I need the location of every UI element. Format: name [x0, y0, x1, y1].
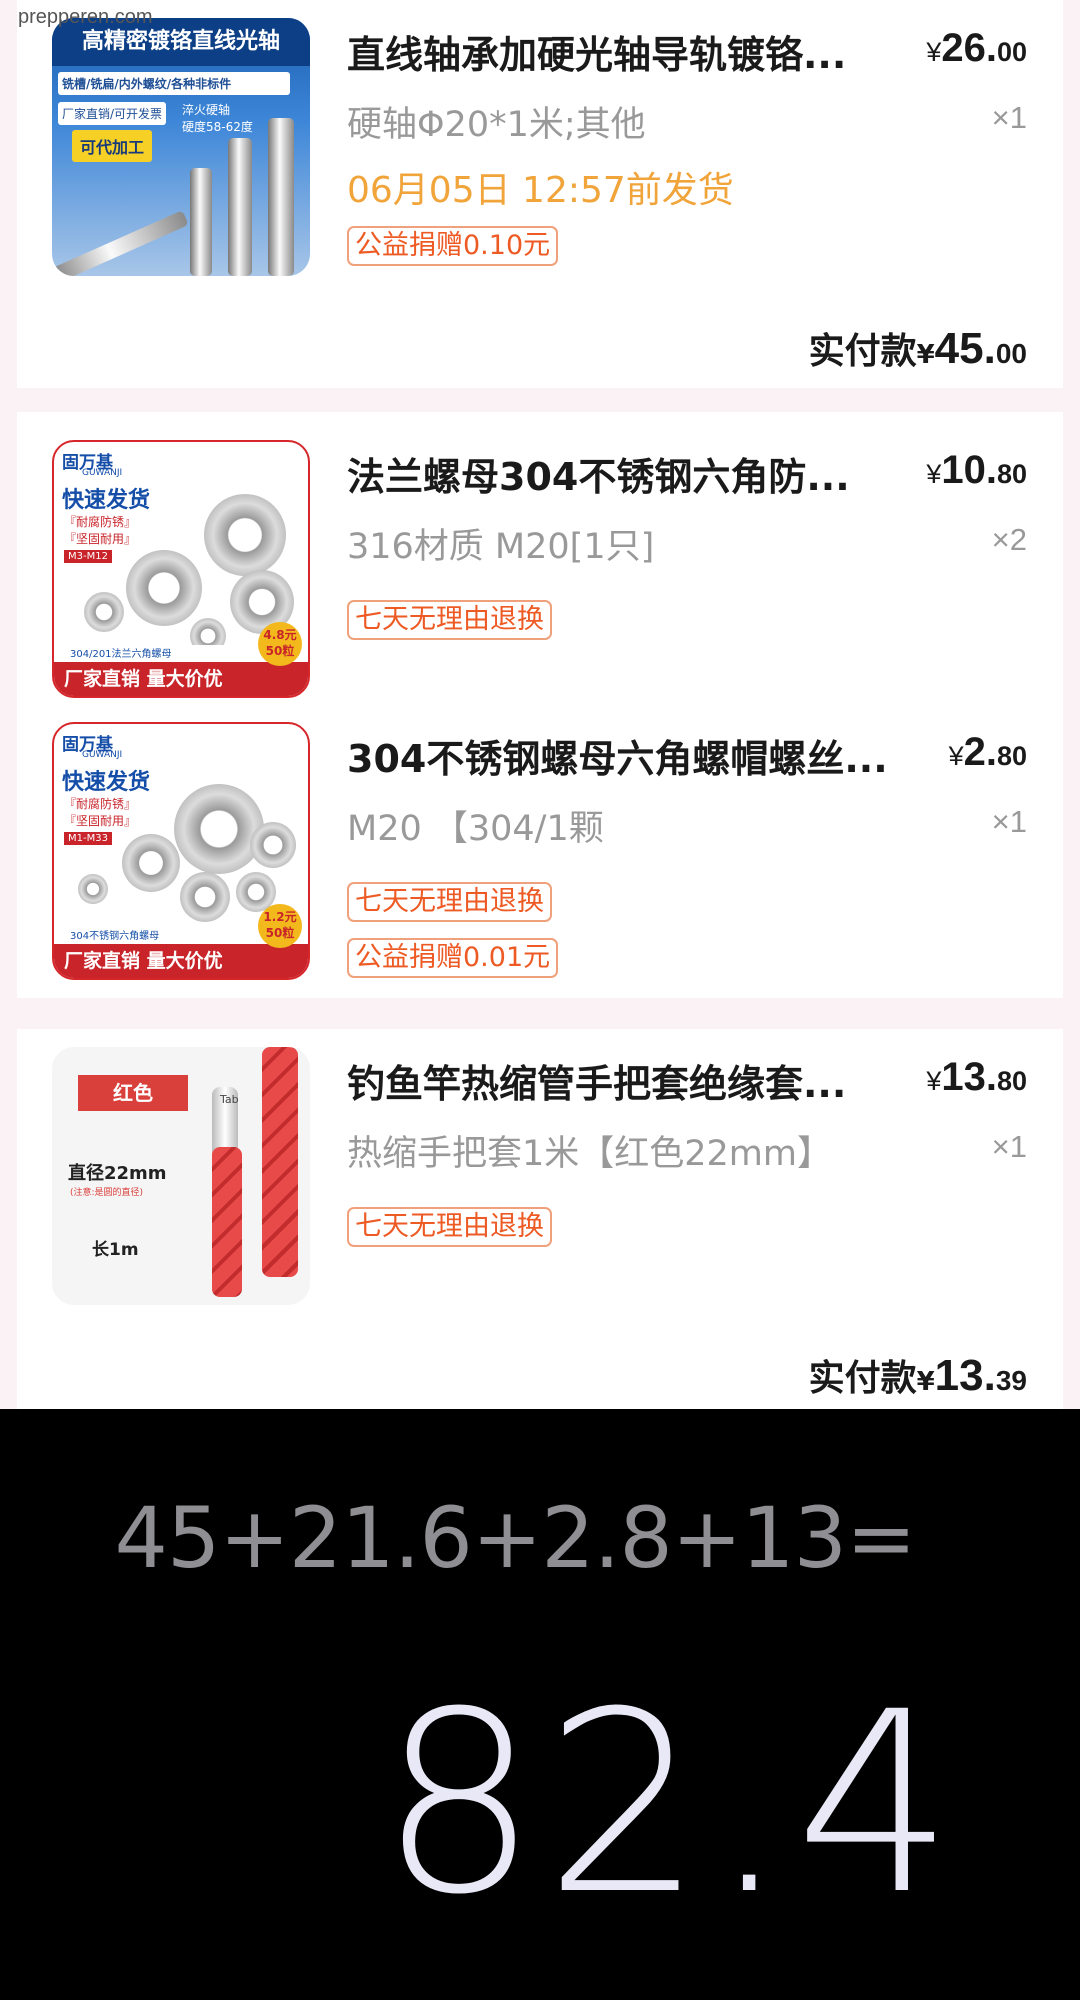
thumb-diameter: 直径22mm [68, 1163, 167, 1184]
service-tag: 七天无理由退换 [347, 1207, 552, 1247]
product-thumbnail[interactable]: 高精密镀铬直线光轴 铣槽/铣扁/内外螺纹/各种非标件 厂家直销/可开发票 可代加… [52, 18, 310, 276]
service-tag: 七天无理由退换 [347, 882, 552, 922]
rod-image [228, 138, 252, 276]
product-title[interactable]: 钓鱼竿热缩管手把套绝缘套... [347, 1053, 887, 1108]
thumb-length: 长1m [92, 1240, 139, 1260]
thumb-strip: 铣槽/铣扁/内外螺纹/各种非标件 [58, 72, 290, 95]
product-title[interactable]: 304不锈钢螺母六角螺帽螺丝... [347, 728, 917, 783]
thumb-tag: 厂家直销/可开发票 [58, 102, 167, 125]
product-price: ¥10.80 [926, 448, 1027, 492]
thumb-features: 『耐腐防锈』 『坚固耐用』 [64, 797, 137, 828]
thumb-diameter-note: (注意:是圆的直径) [70, 1188, 144, 1198]
thumb-headline: 快速发货 [62, 770, 151, 795]
product-price: ¥13.80 [926, 1055, 1027, 1099]
thumb-color-tag: 红色 [78, 1075, 188, 1111]
product-title[interactable]: 直线轴承加硬光轴导轨镀铬... [347, 24, 887, 79]
brand-sub: GUWANJI [82, 750, 123, 760]
price-badge: 1.2元 50粒 [258, 904, 302, 948]
product-spec: 热缩手把套1米【红色22mm】 [347, 1134, 832, 1174]
product-price: ¥26.00 [926, 26, 1027, 70]
product-qty: ×1 [991, 804, 1027, 839]
paid-amount: 实付款¥13.39 [808, 1351, 1027, 1400]
nut-image [122, 834, 180, 892]
nut-image [250, 822, 296, 868]
brand-sub: GUWANJI [82, 468, 123, 478]
thumb-tab-label: Tab [220, 1093, 239, 1106]
thumb-banner: 厂家直销 量大价优 [54, 944, 308, 978]
rod-image [52, 210, 189, 276]
thumb-banner: 厂家直销 量大价优 [54, 662, 308, 696]
order-card: 红色 直径22mm (注意:是圆的直径) 长1m Tab 钓鱼竿热缩管手把套绝缘… [17, 1029, 1063, 1409]
nut-image [126, 550, 202, 626]
nut-image [180, 872, 230, 922]
thumb-headline: 快速发货 [62, 488, 151, 513]
rod-image [268, 118, 294, 276]
product-qty: ×1 [991, 100, 1027, 135]
product-spec: 硬轴Φ20*1米;其他 [347, 105, 646, 145]
thumb-size: M1-M33 [64, 832, 112, 845]
nut-image [84, 592, 124, 632]
product-title[interactable]: 法兰螺母304不锈钢六角防... [347, 446, 887, 501]
price-badge: 4.8元 50粒 [258, 622, 302, 666]
product-thumbnail[interactable]: 固万基 GUWANJI 快速发货 『耐腐防锈』 『坚固耐用』 M1-M33 30… [52, 722, 310, 980]
product-thumbnail[interactable]: 固万基 GUWANJI 快速发货 『耐腐防锈』 『坚固耐用』 M3-M12 30… [52, 440, 310, 698]
service-tag: 公益捐赠0.10元 [347, 226, 559, 266]
order-card: 高精密镀铬直线光轴 铣槽/铣扁/内外螺纹/各种非标件 厂家直销/可开发票 可代加… [17, 0, 1063, 388]
ship-deadline: 06月05日 12:57前发货 [347, 170, 734, 211]
product-thumbnail[interactable]: 红色 直径22mm (注意:是圆的直径) 长1m Tab [52, 1047, 310, 1305]
paid-amount: 实付款¥45.00 [808, 324, 1027, 373]
service-tag: 七天无理由退换 [347, 600, 552, 640]
sleeve-image [212, 1147, 242, 1297]
nut-image [78, 874, 108, 904]
product-spec: 316材质 M20[1只] [347, 527, 655, 567]
nut-image [174, 784, 264, 874]
product-qty: ×2 [991, 522, 1027, 557]
thumb-note: 淬火硬轴 硬度58-62度 [182, 103, 253, 134]
calculator-display: 45+21.6+2.8+13= 82.4 [0, 1409, 1080, 2000]
thumb-features: 『耐腐防锈』 『坚固耐用』 [64, 515, 137, 546]
watermark: prepperen.com [18, 6, 153, 28]
sleeve-image [262, 1047, 298, 1277]
order-card: 固万基 GUWANJI 快速发货 『耐腐防锈』 『坚固耐用』 M3-M12 30… [17, 412, 1063, 998]
product-qty: ×1 [991, 1129, 1027, 1164]
calculator-expression: 45+21.6+2.8+13= [114, 1489, 917, 1587]
calculator-result: 82.4 [379, 1658, 960, 1949]
thumb-size: M3-M12 [64, 550, 112, 563]
nut-image [204, 494, 286, 576]
service-tag: 公益捐赠0.01元 [347, 938, 559, 978]
thumb-tag: 可代加工 [72, 130, 153, 162]
product-price: ¥2.80 [948, 730, 1027, 774]
rod-image [190, 168, 212, 276]
product-spec: M20 【304/1颗 [347, 809, 604, 849]
